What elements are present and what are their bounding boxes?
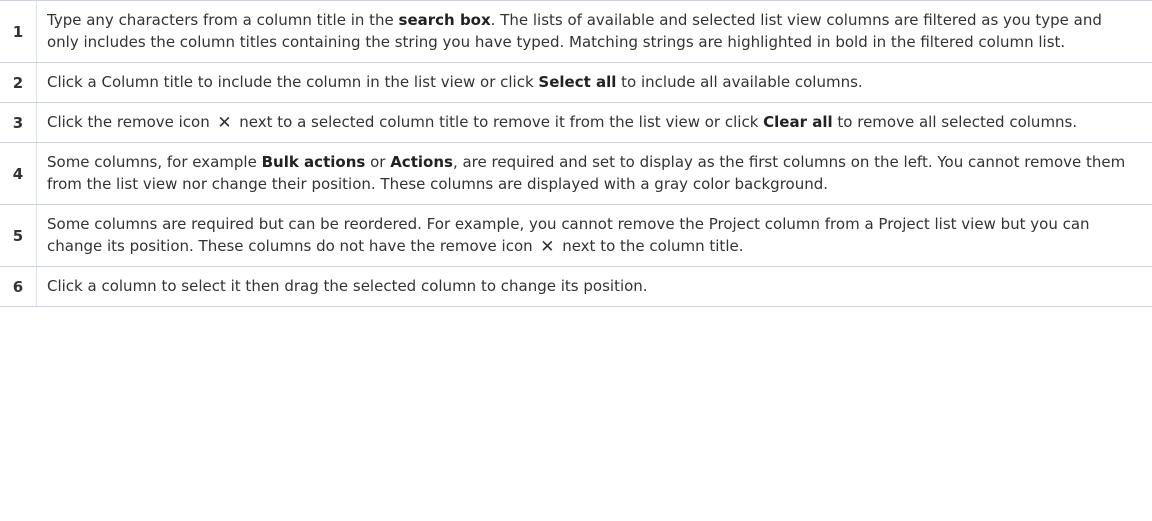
ui-term: Actions xyxy=(390,153,453,171)
step-number: 4 xyxy=(0,142,37,205)
steps-table: 1 Type any characters from a column title… xyxy=(0,0,1152,307)
step-description: Some columns, for example Bulk actions o… xyxy=(36,142,1152,205)
step-text: Click a Column title to include the colu… xyxy=(47,73,539,91)
step-row: 1 Type any characters from a column title… xyxy=(0,0,1152,63)
step-text: Type any characters from a column title … xyxy=(47,11,399,29)
step-row: 5 Some columns are required but can be re… xyxy=(0,204,1152,267)
step-text: to remove all selected columns. xyxy=(832,113,1078,131)
step-number: 2 xyxy=(0,62,37,103)
close-icon: ✕ xyxy=(540,237,555,257)
step-text: Click the remove icon xyxy=(47,113,215,131)
step-description: Click a column to select it then drag th… xyxy=(36,266,1152,307)
ui-term: Bulk actions xyxy=(261,153,366,171)
step-number: 3 xyxy=(0,102,37,143)
step-text: to include all available columns. xyxy=(616,73,863,91)
step-text: Click a column to select it then drag th… xyxy=(47,277,648,295)
step-row: 6 Click a column to select it then drag t… xyxy=(0,266,1152,307)
step-description: Click the remove icon ✕ next to a select… xyxy=(36,102,1152,143)
ui-term: Clear all xyxy=(763,113,833,131)
step-text: next to the column title. xyxy=(557,237,744,255)
ui-term: search box xyxy=(398,11,491,29)
step-number: 5 xyxy=(0,204,37,267)
step-description: Some columns are required but can be reo… xyxy=(36,204,1152,267)
step-text: or xyxy=(365,153,391,171)
step-number: 6 xyxy=(0,266,37,307)
ui-term: Select all xyxy=(538,73,617,91)
step-row: 4 Some columns, for example Bulk actions … xyxy=(0,142,1152,205)
step-number: 1 xyxy=(0,0,37,63)
step-description: Type any characters from a column title … xyxy=(36,0,1152,63)
step-text: next to a selected column title to remov… xyxy=(234,113,764,131)
step-row: 2 Click a Column title to include the col… xyxy=(0,62,1152,103)
steps-body: 1 Type any characters from a column title… xyxy=(0,0,1152,307)
close-icon: ✕ xyxy=(217,113,232,133)
step-row: 3 Click the remove icon ✕ next to a selec… xyxy=(0,102,1152,143)
step-text: Some columns, for example xyxy=(47,153,262,171)
step-description: Click a Column title to include the colu… xyxy=(36,62,1152,103)
